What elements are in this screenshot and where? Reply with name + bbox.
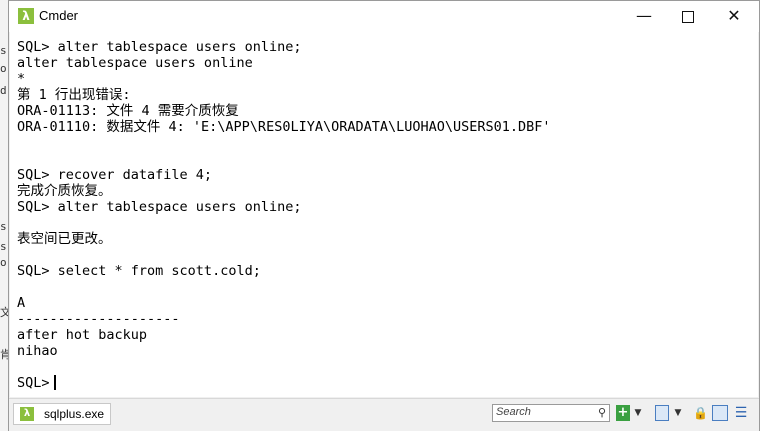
console-line: A (17, 295, 26, 311)
console-lines: SQL> alter tablespace users online; alter… (17, 39, 551, 391)
console-line: alter tablespace users online (17, 55, 253, 71)
window-title: Cmder (39, 8, 79, 23)
maximize-icon (682, 10, 694, 23)
console-line: ORA-01110: 数据文件 4: 'E:\APP\RES0LIYA\ORAD… (17, 119, 551, 135)
console-output[interactable]: SQL> alter tablespace users online; alter… (10, 32, 758, 397)
console-line: 完成介质恢复。 (17, 183, 112, 199)
search-placeholder: Search (496, 406, 531, 418)
console-line: nihao (17, 343, 58, 359)
lock-icon[interactable]: 🔒 (693, 405, 708, 421)
background-text: o (0, 256, 7, 269)
title-bar[interactable]: λ Cmder — ✕ (9, 1, 759, 32)
status-bar: λ sqlplus.exe Search ⚲ + ▼ ▼ 🔒 ☰ (9, 398, 759, 431)
window-view-button[interactable] (655, 405, 669, 421)
tab-sqlplus[interactable]: λ sqlplus.exe (13, 403, 111, 425)
split-view-button[interactable] (712, 405, 728, 421)
maximize-button[interactable] (665, 1, 711, 32)
background-text: d (0, 84, 7, 97)
chevron-down-icon[interactable]: ▼ (633, 405, 643, 421)
text-cursor (53, 375, 56, 390)
prompt-text: SQL> (17, 375, 50, 391)
search-input[interactable]: Search ⚲ (492, 404, 610, 422)
minimize-button[interactable]: — (621, 1, 667, 32)
lambda-icon: λ (20, 407, 34, 421)
search-icon[interactable]: ⚲ (598, 406, 606, 419)
close-button[interactable]: ✕ (711, 1, 757, 32)
menu-icon[interactable]: ☰ (734, 405, 748, 421)
tab-label: sqlplus.exe (44, 407, 105, 421)
background-text: o (0, 62, 7, 75)
console-line: ORA-01113: 文件 4 需要介质恢复 (17, 103, 239, 119)
background-text: s (0, 220, 7, 233)
console-line: SQL> alter tablespace users online; (17, 39, 302, 55)
console-line: 第 1 行出现错误: (17, 87, 131, 103)
background-text: s (0, 44, 7, 57)
chevron-down-icon[interactable]: ▼ (673, 405, 683, 421)
cmder-window: λ Cmder — ✕ SQL> alter tablespace users … (8, 0, 760, 431)
console-line: -------------------- (17, 311, 180, 327)
background-text: s (0, 240, 7, 253)
console-line: SQL> recover datafile 4; (17, 167, 213, 183)
input-prompt[interactable]: SQL> (17, 375, 551, 391)
console-line: SQL> alter tablespace users online; (17, 199, 302, 215)
lambda-icon[interactable]: λ (18, 8, 34, 24)
console-line: * (17, 71, 26, 87)
new-console-button[interactable]: + (616, 405, 630, 421)
console-line: 表空间已更改。 (17, 231, 112, 247)
console-line: after hot backup (17, 327, 148, 343)
console-line: SQL> select * from scott.cold; (17, 263, 261, 279)
